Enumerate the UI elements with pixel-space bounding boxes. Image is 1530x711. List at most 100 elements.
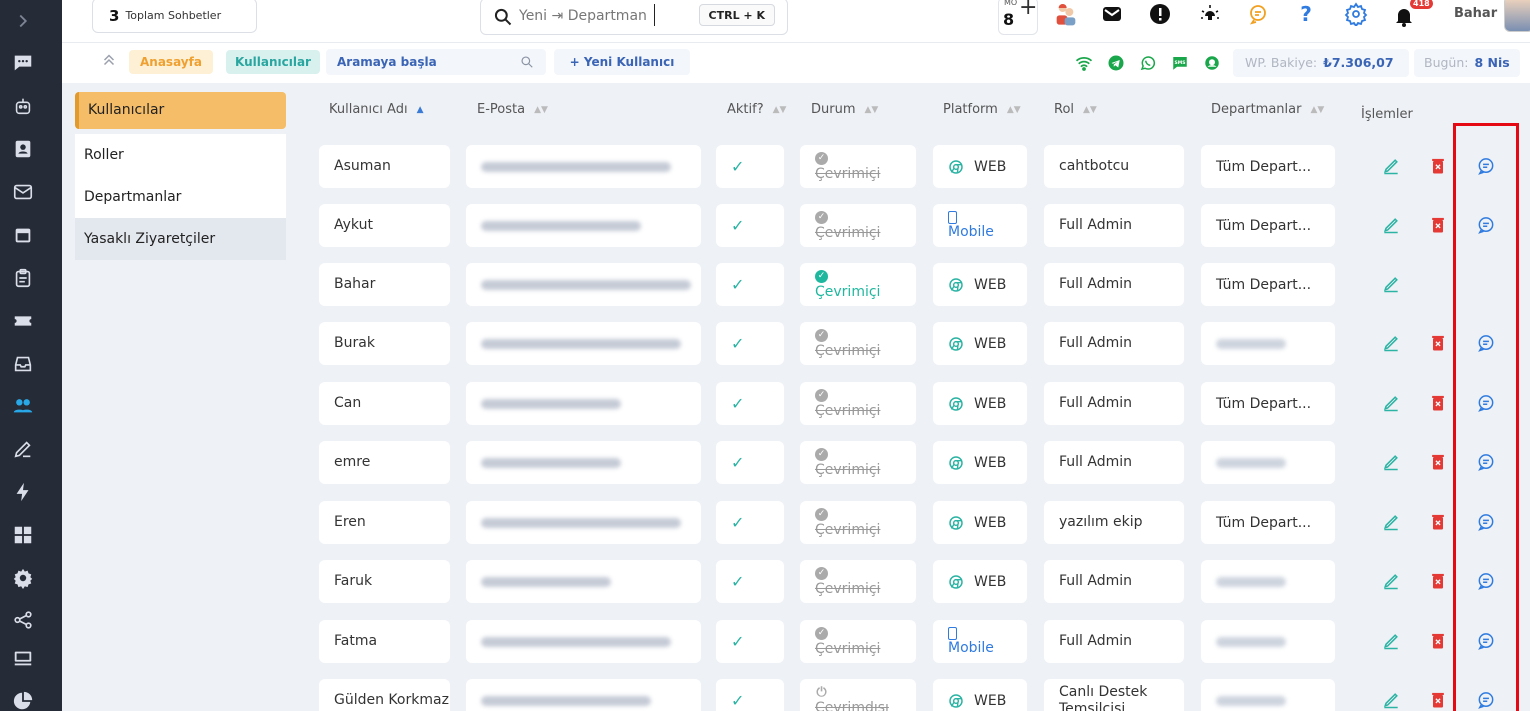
page-search-input[interactable]: Aramaya başla [326,49,546,75]
collapse-chevron-icon[interactable] [100,51,118,69]
expand-chevron-icon[interactable] [10,8,36,34]
column-header-platform[interactable]: Platform ▲▼ [943,102,1021,117]
sort-icon[interactable]: ▲▼ [773,105,787,115]
share-icon[interactable] [10,607,36,633]
page-search-placeholder: Aramaya başla [337,55,437,69]
side-menu-item-banned-visitors[interactable]: Yasaklı Ziyaretçiler [75,218,286,260]
departments-cell [1201,679,1335,711]
sort-asc-icon[interactable]: ▲ [417,105,424,115]
platform-text: WEB [974,158,1007,175]
edit-pencil-icon[interactable] [1380,689,1402,711]
contacts-icon[interactable] [10,136,36,162]
delete-trash-icon[interactable] [1427,214,1449,236]
breadcrumb-users[interactable]: Kullanıcılar [226,50,320,74]
email-cell [466,204,701,247]
email-cell [466,501,701,544]
mo-counter[interactable]: MO 8 + [998,0,1038,35]
plus-icon: + [1019,0,1038,20]
telegram-icon[interactable] [1106,53,1126,73]
help-icon[interactable]: ? [1292,0,1320,28]
bot-icon[interactable] [10,93,36,119]
edit-pencil-icon[interactable] [1380,630,1402,652]
support-agent-icon[interactable] [1202,53,1222,73]
chat-bubble-icon[interactable] [1244,0,1272,28]
inbox-icon[interactable] [10,351,36,377]
check-icon: ✓ [731,691,745,710]
email-cell [466,620,701,663]
edit-pencil-icon[interactable] [1380,570,1402,592]
delete-trash-icon[interactable] [1427,451,1449,473]
delete-trash-icon[interactable] [1427,689,1449,711]
delete-trash-icon[interactable] [1427,392,1449,414]
calendar-icon[interactable] [10,222,36,248]
check-icon: ✓ [731,394,745,413]
edit-pencil-icon[interactable] [1380,273,1402,295]
alert-icon[interactable] [1146,0,1174,28]
sort-icon[interactable]: ▲▼ [534,105,548,115]
today-date: Bugün: 8 Nis [1414,49,1520,77]
whatsapp-icon[interactable] [1138,53,1158,73]
column-header-active[interactable]: Aktif? ▲▼ [727,102,786,117]
lightning-icon[interactable] [10,479,36,505]
username-cell: Burak [319,322,450,365]
platform-text: WEB [974,276,1007,293]
settings-icon[interactable] [10,565,36,591]
role-cell: Canlı Destek Temsilcisi [1044,679,1184,711]
sort-icon[interactable]: ▲▼ [865,105,879,115]
column-header-username[interactable]: Kullanıcı Adı ▲ [329,102,424,117]
delete-trash-icon[interactable] [1427,332,1449,354]
username-text: emre [334,454,371,471]
total-chats-label: Toplam Sohbetler [125,9,222,22]
global-search-text: Yeni ⇥ Departman [519,8,647,24]
chat-icon[interactable] [10,50,36,76]
edit-pencil-icon[interactable] [1380,511,1402,533]
wifi-icon[interactable] [1074,53,1094,73]
edit-pencil-icon[interactable] [1380,451,1402,473]
username-text: Aykut [334,217,373,234]
edit-pencil-icon[interactable] [1380,332,1402,354]
edit-pencil-icon[interactable] [1380,392,1402,414]
delete-trash-icon[interactable] [1427,511,1449,533]
username-label[interactable]: Bahar [1454,6,1497,21]
settings-gear-icon[interactable] [1342,0,1370,28]
sort-icon[interactable]: ▲▼ [1310,105,1324,115]
departments-redacted [1216,695,1286,706]
edit-pencil-icon[interactable] [1380,214,1402,236]
edit-pencil-icon[interactable] [1380,155,1402,177]
message-envelope-icon[interactable] [1098,0,1126,28]
side-menu-item-departments[interactable]: Departmanlar [75,176,286,218]
column-header-status[interactable]: Durum ▲▼ [811,102,878,117]
offline-check-icon: ✓ [815,566,828,580]
mail-icon[interactable] [10,179,36,205]
side-menu-item-users[interactable]: Kullanıcılar [75,92,286,129]
side-menu-item-roles[interactable]: Roller [75,134,286,176]
sort-icon[interactable]: ▲▼ [1083,105,1097,115]
chrome-icon [949,515,963,530]
column-header-role[interactable]: Rol ▲▼ [1054,102,1097,117]
sort-icon[interactable]: ▲▼ [1007,105,1021,115]
new-user-button[interactable]: + Yeni Kullanıcı [554,49,690,75]
global-search-input[interactable]: Yeni ⇥ Departman CTRL + K [480,0,788,35]
monitor-icon[interactable] [10,645,36,671]
delete-trash-icon[interactable] [1427,570,1449,592]
wp-balance-value: ₺7.306,07 [1323,55,1394,70]
svg-text:SMS: SMS [1175,60,1186,66]
grid-icon[interactable] [10,522,36,548]
total-chats-counter[interactable]: 3 Toplam Sohbetler [92,0,257,33]
ticket-icon[interactable] [10,308,36,334]
sms-icon[interactable]: SMS [1170,53,1190,73]
clipboard-icon[interactable] [10,265,36,291]
column-header-departments[interactable]: Departmanlar ▲▼ [1211,102,1324,117]
pen-icon[interactable] [10,436,36,462]
delete-trash-icon[interactable] [1427,155,1449,177]
user-avatar[interactable] [1504,0,1530,32]
delete-trash-icon[interactable] [1427,630,1449,652]
bulb-icon[interactable] [1196,0,1224,28]
pie-chart-icon[interactable] [10,688,36,711]
agents-icon[interactable] [1050,0,1082,32]
users-icon[interactable] [10,393,36,419]
breadcrumb-home[interactable]: Anasayfa [129,50,213,74]
departments-cell: Tüm Depart... [1201,501,1335,544]
column-header-email[interactable]: E-Posta ▲▼ [477,102,548,117]
text-caret [654,4,655,26]
